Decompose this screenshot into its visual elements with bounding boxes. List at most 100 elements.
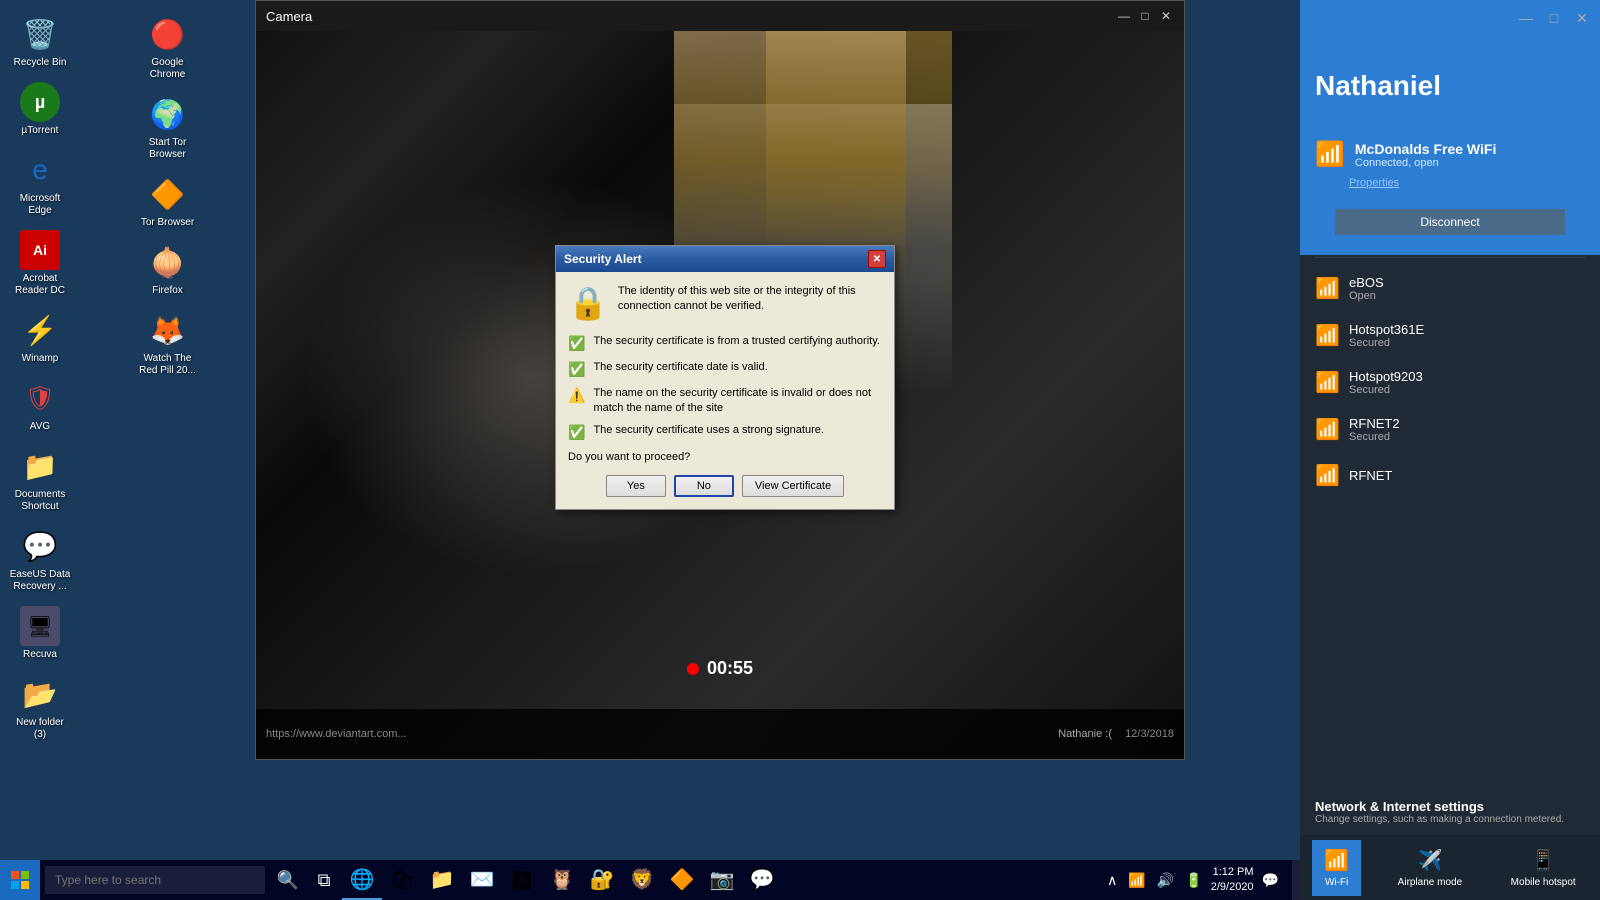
- taskbar-mail[interactable]: ✉️: [462, 860, 502, 900]
- wifi-action-mobile-label: Mobile hotspot: [1511, 877, 1576, 888]
- taskbar-vlc[interactable]: 🔶: [662, 860, 702, 900]
- wifi-ebos-security: Open: [1349, 290, 1585, 302]
- avg-label: AVG: [30, 421, 50, 433]
- show-desktop-button[interactable]: [1292, 860, 1300, 900]
- ms-edge-icon[interactable]: e Microsoft Edge: [5, 146, 75, 221]
- taskbar-show-more-icon[interactable]: ∧: [1104, 872, 1120, 889]
- recycle-bin-icon[interactable]: 🗑️ Recycle Bin: [5, 10, 75, 73]
- acrobat-icon[interactable]: Ai Acrobat Reader DC: [5, 226, 75, 301]
- desktop-shortcuts-icon[interactable]: 🖥 Recuva: [5, 602, 75, 665]
- tor-browser-icon[interactable]: 🧅 Firefox: [133, 238, 203, 301]
- close-button[interactable]: ✕: [1158, 8, 1174, 24]
- taskbar-volume-icon[interactable]: 🔊: [1154, 872, 1177, 889]
- wifi-network-hotspot361e[interactable]: 📶 Hotspot361E Secured: [1300, 312, 1600, 359]
- wifi-action-wifi[interactable]: 📶 Wi-Fi: [1312, 840, 1361, 896]
- check-text-3: The name on the security certificate is …: [593, 386, 882, 415]
- tor-browser-img: 🧅: [148, 242, 188, 282]
- wifi-network-icon-hotspot361e: 📶: [1315, 323, 1339, 348]
- wifi-maximize-button[interactable]: □: [1544, 8, 1564, 28]
- taskbar-brave[interactable]: 🦁: [622, 860, 662, 900]
- wifi-network-ebos[interactable]: 📶 eBOS Open: [1300, 265, 1600, 312]
- recycle-bin-label: Recycle Bin: [14, 57, 67, 69]
- camera-url: https://www.deviantart.com...: [266, 728, 407, 740]
- camera-title: Camera: [266, 9, 312, 24]
- wifi-minimize-button[interactable]: —: [1516, 8, 1536, 28]
- check-item-1: ✅ The security certificate is from a tru…: [568, 334, 882, 352]
- taskbar-clock[interactable]: 1:12 PM 2/9/2020: [1211, 865, 1254, 896]
- start-button[interactable]: [0, 860, 40, 900]
- firefox-icon[interactable]: 🦊 Watch The Red Pill 20...: [133, 306, 203, 381]
- minimize-button[interactable]: —: [1116, 8, 1132, 24]
- wifi-network-hotspot9203[interactable]: 📶 Hotspot9203 Secured: [1300, 359, 1600, 406]
- wifi-rfnet-name: RFNET: [1349, 468, 1585, 483]
- skype-label: EaseUS Data Recovery ...: [9, 569, 71, 593]
- google-chrome-img: 🔴: [148, 14, 188, 54]
- wifi-action-airplane-label: Airplane mode: [1398, 877, 1462, 888]
- vlc-icon[interactable]: 🔶 Tor Browser: [133, 170, 203, 233]
- wifi-network-info-hotspot9203: Hotspot9203 Secured: [1349, 369, 1585, 396]
- camera-date: 12/3/2018: [1125, 728, 1174, 740]
- wifi-properties-link[interactable]: Properties: [1349, 177, 1585, 189]
- search-input[interactable]: [45, 866, 265, 894]
- taskbar: 🔍 ⧉ 🌐 🛍 📁 ✉️ 🅰 🦉 🔐 🦁 🔶 📷 💬 ∧ 📶 🔊 🔋 1:12 …: [0, 860, 1300, 900]
- taskbar-skype[interactable]: 💬: [742, 860, 782, 900]
- firefox-label: Watch The Red Pill 20...: [137, 353, 199, 377]
- security-alert-dialog: Security Alert ✕ 🔒 The identity of this …: [555, 245, 895, 510]
- utorrent-icon[interactable]: µ µTorrent: [5, 78, 75, 141]
- wifi-action-mobile-icon: 📱: [1531, 848, 1556, 873]
- disconnect-button[interactable]: Disconnect: [1335, 209, 1565, 235]
- taskbar-task-view[interactable]: ⧉: [306, 860, 342, 900]
- taskbar-camera[interactable]: 📷: [702, 860, 742, 900]
- documents-shortcut-icon[interactable]: 📁 Documents Shortcut: [5, 442, 75, 517]
- taskbar-keepass[interactable]: 🔐: [582, 860, 622, 900]
- start-tor-label: Start Tor Browser: [137, 137, 199, 161]
- desktop-shortcuts-label: Recuva: [23, 649, 57, 661]
- taskbar-edge[interactable]: 🌐: [342, 860, 382, 900]
- view-certificate-button[interactable]: View Certificate: [742, 475, 844, 497]
- wifi-action-mobile-hotspot[interactable]: 📱 Mobile hotspot: [1499, 840, 1588, 896]
- winamp-icon[interactable]: ⚡ Winamp: [5, 306, 75, 369]
- taskbar-notification-icon[interactable]: 💬: [1259, 872, 1282, 889]
- wifi-ebos-name: eBOS: [1349, 275, 1585, 290]
- camera-user-info: Nathanie :( 12/3/2018: [1058, 728, 1174, 740]
- dialog-close-button[interactable]: ✕: [868, 250, 886, 268]
- connected-network-name: McDonalds Free WiFi: [1355, 141, 1496, 157]
- wifi-separator-1: [1315, 257, 1585, 258]
- avg-icon[interactable]: 🛡 AVG: [5, 374, 75, 437]
- skype-icon[interactable]: 💬 EaseUS Data Recovery ...: [5, 522, 75, 597]
- taskbar-amazon[interactable]: 🅰: [502, 860, 542, 900]
- wifi-action-airplane[interactable]: ✈️ Airplane mode: [1386, 840, 1474, 896]
- yes-button[interactable]: Yes: [606, 475, 666, 497]
- taskbar-explorer[interactable]: 📁: [422, 860, 462, 900]
- wifi-user-section: — □ ✕ Nathaniel: [1300, 0, 1600, 132]
- new-folder-icon[interactable]: 📂 New folder (3): [5, 670, 75, 745]
- wifi-close-button[interactable]: ✕: [1572, 8, 1592, 28]
- desktop: 🗑️ Recycle Bin µ µTorrent e Microsoft Ed…: [0, 0, 1600, 900]
- recycle-bin-img: 🗑️: [20, 14, 60, 54]
- check-text-2: The security certificate date is valid.: [593, 360, 767, 374]
- google-chrome-icon[interactable]: 🔴 Google Chrome: [133, 10, 203, 85]
- wifi-network-info-hotspot361e: Hotspot361E Secured: [1349, 322, 1585, 349]
- maximize-button[interactable]: □: [1137, 8, 1153, 24]
- check-warn-icon-3: ⚠️: [568, 386, 585, 404]
- camera-titlebar: Camera — □ ✕: [256, 1, 1184, 31]
- wifi-network-rfnet2[interactable]: 📶 RFNET2 Secured: [1300, 406, 1600, 453]
- camera-username: Nathanie :(: [1058, 728, 1112, 740]
- taskbar-store[interactable]: 🛍: [382, 860, 422, 900]
- taskbar-battery-icon[interactable]: 🔋: [1182, 872, 1205, 889]
- start-tor-icon[interactable]: 🌍 Start Tor Browser: [133, 90, 203, 165]
- dialog-buttons: Yes No View Certificate: [568, 475, 882, 497]
- dialog-question: Do you want to proceed?: [568, 451, 882, 463]
- wifi-network-icon-ebos: 📶: [1315, 276, 1339, 301]
- wifi-action-wifi-icon: 📶: [1324, 848, 1349, 873]
- taskbar-network-icon[interactable]: 📶: [1125, 872, 1148, 889]
- taskbar-cortana[interactable]: 🔍: [270, 860, 306, 900]
- taskbar-tripadvisor[interactable]: 🦉: [542, 860, 582, 900]
- wifi-network-rfnet[interactable]: 📶 RFNET: [1300, 453, 1600, 498]
- wifi-window-controls: — □ ✕: [1516, 8, 1592, 28]
- no-button[interactable]: No: [674, 475, 734, 497]
- wifi-rfnet2-name: RFNET2: [1349, 416, 1585, 431]
- wifi-hotspot361e-name: Hotspot361E: [1349, 322, 1585, 337]
- new-folder-img: 📂: [20, 674, 60, 714]
- connected-network-info: McDonalds Free WiFi Connected, open: [1355, 141, 1496, 169]
